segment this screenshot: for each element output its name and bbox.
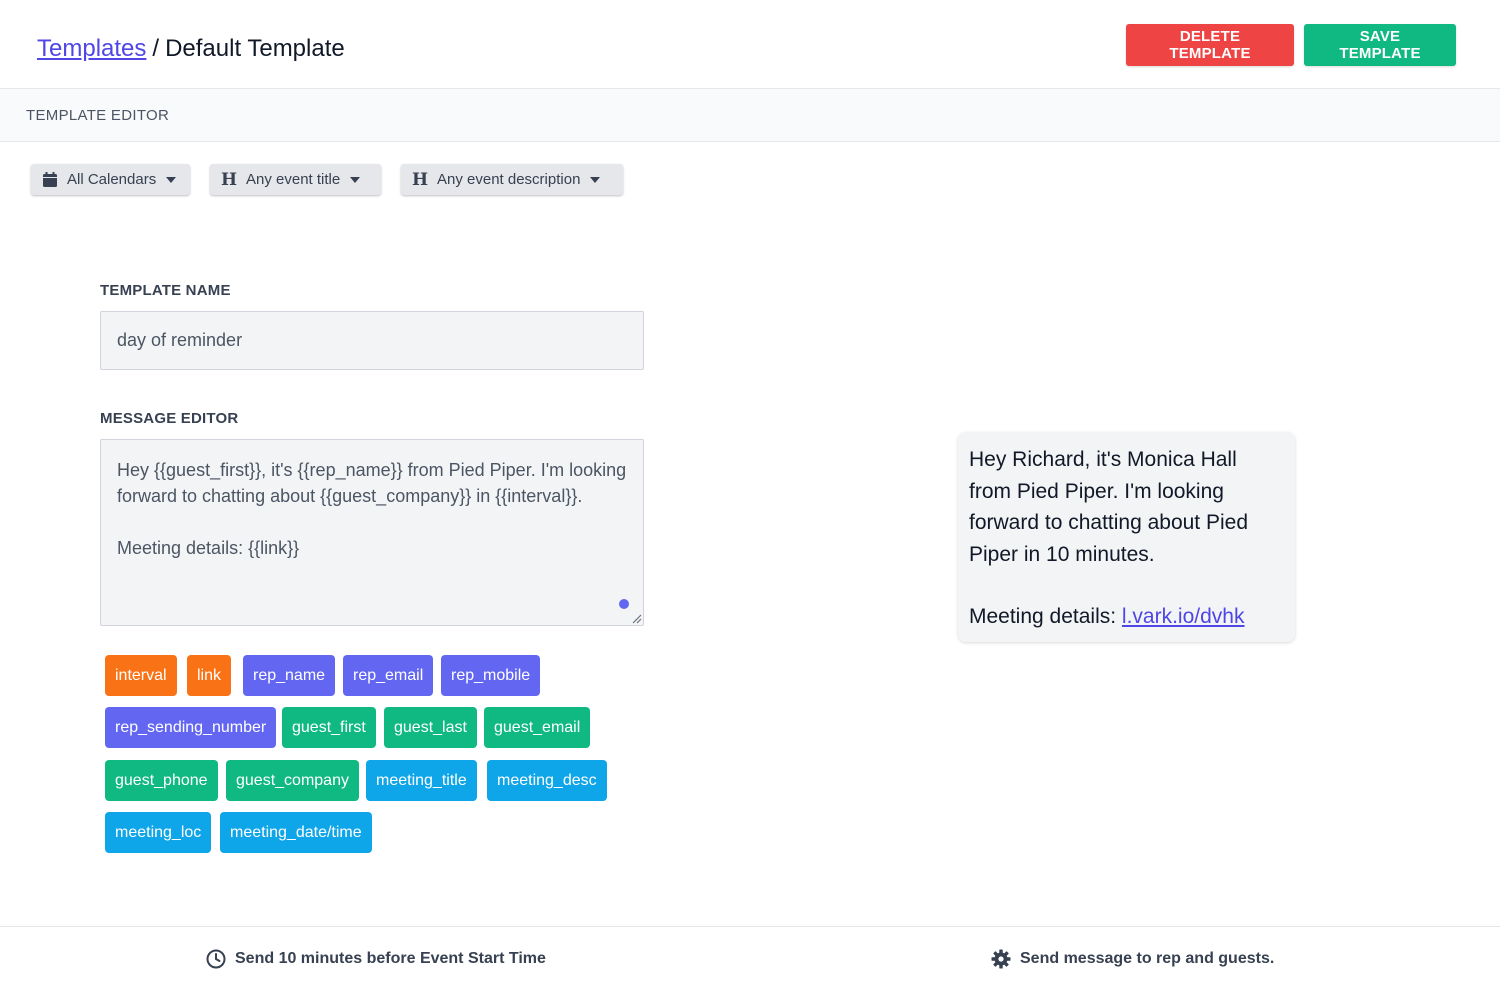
template-editor-title: TEMPLATE EDITOR	[26, 107, 170, 124]
tag-interval[interactable]: interval	[105, 655, 177, 696]
tag-meeting-title[interactable]: meeting_title	[366, 760, 477, 801]
event-title-filter-dropdown[interactable]: H Any event title	[210, 164, 381, 195]
tag-guest-email[interactable]: guest_email	[484, 707, 591, 748]
delete-template-button[interactable]: DELETE TEMPLATE	[1126, 24, 1294, 66]
event-title-filter-label: Any event title	[246, 171, 341, 188]
heading-icon: H	[411, 169, 429, 190]
message-preview: Hey Richard, it's Monica Hall from Pied …	[958, 432, 1295, 642]
chevron-down-icon	[166, 176, 177, 183]
send-timing-setting[interactable]: Send 10 minutes before Event Start Time	[206, 949, 546, 969]
tag-guest-phone[interactable]: guest_phone	[105, 760, 218, 801]
page-footer: Send 10 minutes before Event Start Time …	[0, 926, 1500, 1000]
calendar-icon	[42, 172, 58, 187]
preview-meeting-link[interactable]: l.vark.io/dvhk	[1122, 605, 1245, 628]
save-template-button[interactable]: SAVE TEMPLATE	[1304, 24, 1456, 66]
template-editor-page: Templates / Default Template DELETE TEMPLA…	[0, 0, 1500, 1000]
breadcrumb: Templates / Default Template	[37, 34, 345, 64]
grammar-indicator-icon	[619, 599, 629, 609]
preview-text: Hey Richard, it's Monica Hall from Pied …	[969, 448, 1249, 566]
breadcrumb-templates-link[interactable]: Templates	[37, 35, 146, 62]
template-name-label: TEMPLATE NAME	[100, 282, 231, 299]
resize-handle-icon[interactable]	[630, 612, 642, 624]
send-timing-text: Send 10 minutes before Event Start Time	[235, 950, 546, 967]
preview-details: Meeting details: l.vark.io/dvhk	[969, 601, 1284, 633]
event-description-filter-dropdown[interactable]: H Any event description	[401, 164, 623, 195]
preview-details-label: Meeting details:	[969, 605, 1122, 628]
calendar-filter-label: All Calendars	[67, 171, 157, 188]
tag-rep-sending-number[interactable]: rep_sending_number	[105, 707, 277, 748]
tag-rep-name[interactable]: rep_name	[243, 655, 336, 696]
message-editor-label: MESSAGE EDITOR	[100, 410, 239, 427]
tag-rep-mobile[interactable]: rep_mobile	[441, 655, 541, 696]
gear-icon	[991, 949, 1011, 969]
tag-guest-last[interactable]: guest_last	[384, 707, 477, 748]
page-title: Default Template	[165, 35, 345, 62]
clock-icon	[206, 949, 226, 969]
message-editor-textarea[interactable]: Hey {{guest_first}}, it's {{rep_name}} f…	[100, 439, 644, 626]
tag-meeting-loc[interactable]: meeting_loc	[105, 812, 212, 853]
tag-guest-company[interactable]: guest_company	[226, 760, 359, 801]
calendar-filter-dropdown[interactable]: All Calendars	[31, 164, 190, 195]
tag-meeting-desc[interactable]: meeting_desc	[487, 760, 607, 801]
event-description-filter-label: Any event description	[437, 171, 581, 188]
chevron-down-icon	[590, 176, 601, 183]
tag-link[interactable]: link	[187, 655, 232, 696]
chevron-down-icon	[350, 176, 361, 183]
recipients-setting[interactable]: Send message to rep and guests.	[991, 949, 1274, 969]
tag-guest-first[interactable]: guest_first	[282, 707, 376, 748]
template-editor-bar: TEMPLATE EDITOR	[0, 88, 1500, 142]
breadcrumb-separator: /	[152, 35, 160, 62]
tag-meeting-date-time[interactable]: meeting_date/time	[220, 812, 372, 853]
page-header: Templates / Default Template DELETE TEMPLA…	[0, 0, 1500, 88]
recipients-text: Send message to rep and guests.	[1020, 950, 1275, 967]
template-name-input[interactable]	[100, 311, 644, 370]
tag-rep-email[interactable]: rep_email	[343, 655, 434, 696]
heading-icon: H	[220, 169, 238, 190]
